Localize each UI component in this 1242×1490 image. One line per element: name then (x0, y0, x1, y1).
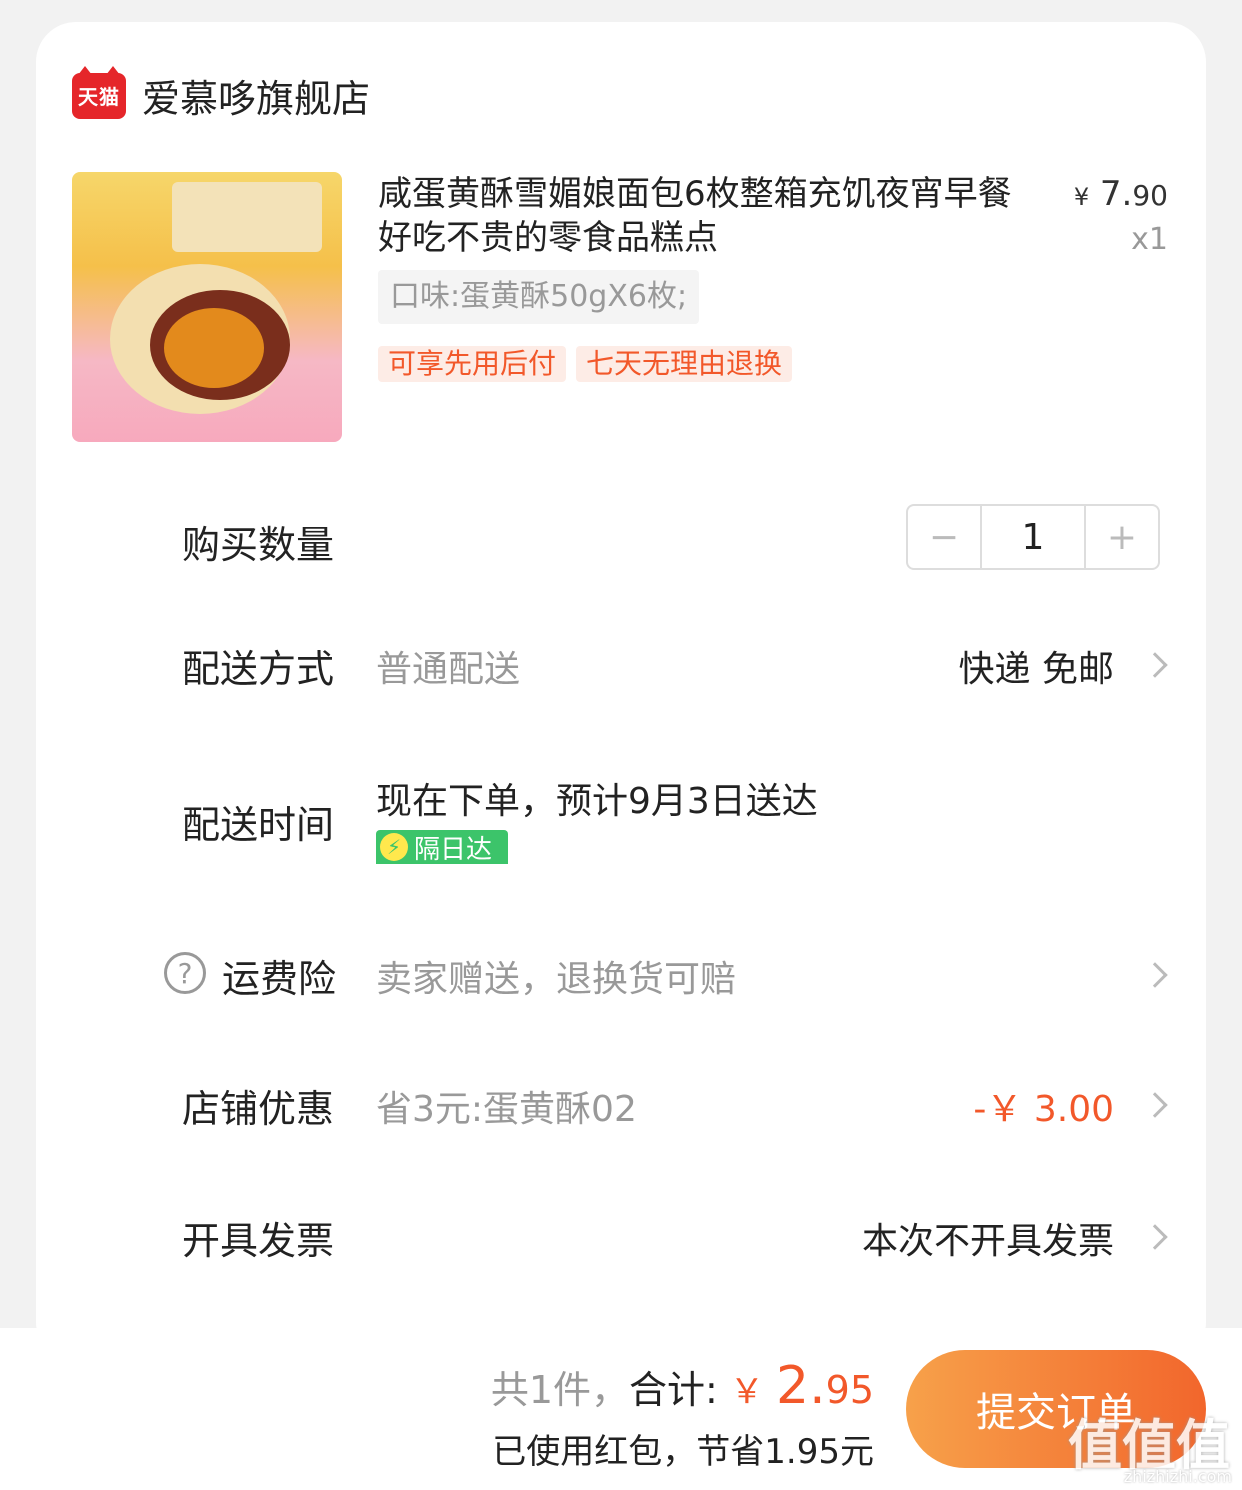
product-thumbnail[interactable] (72, 172, 342, 442)
shop-discount-value: -￥ 3.00 (973, 1089, 1114, 1130)
invoice-label: 开具发票 (182, 1219, 335, 1263)
tmall-logo-icon: 天猫 (72, 65, 126, 119)
product-spec[interactable]: 口味:蛋黄酥50gX6枚; (378, 270, 700, 324)
price-int: 7. (1099, 174, 1133, 214)
next-day-badge: ⚡ 隔日达 (376, 830, 508, 864)
shop-name: 爱慕哆旗舰店 (142, 77, 371, 121)
chevron-right-icon (1142, 962, 1168, 988)
chevron-right-icon (1142, 1224, 1168, 1250)
shop-discount-desc: 省3元:蛋黄酥02 (376, 1089, 637, 1130)
product-quantity: x1 (1131, 222, 1168, 257)
delivery-time-estimate: 现在下单，预计9月3日送达 (376, 781, 818, 822)
service-tags: 可享先用后付 七天无理由退换 (378, 346, 793, 382)
delivery-time-label: 配送时间 (182, 803, 335, 847)
watermark-url: zhizhizhi.com (1123, 1467, 1232, 1486)
checkout-footer: 共1件，合计: ￥ 2.95 已使用红包，节省1.95元 提交订单 值值值 zh… (0, 1328, 1242, 1490)
help-circle-icon[interactable]: ? (164, 952, 206, 994)
product-price: ¥ 7.90 (1074, 174, 1168, 214)
total-decimal: 95 (825, 1368, 874, 1412)
freight-insurance-row[interactable]: ? 运费险 卖家赠送，退换货可赔 (36, 944, 1206, 1004)
delivery-method-row[interactable]: 配送方式 普通配送 快递 免邮 (36, 634, 1206, 694)
freight-insurance-desc: 卖家赠送，退换货可赔 (376, 959, 737, 1000)
tag-seven-day-return: 七天无理由退换 (576, 346, 793, 382)
freight-insurance-label: 运费险 (222, 957, 337, 1001)
purchase-qty-label: 购买数量 (182, 523, 335, 567)
product-title[interactable]: 咸蛋黄酥雪媚娘面包6枚整箱充饥夜宵早餐好吃不贵的零食品糕点 (378, 172, 1018, 260)
pastry-yolk-graphic (164, 308, 264, 388)
chevron-right-icon (1142, 652, 1168, 678)
shop-discount-label: 店铺优惠 (182, 1087, 335, 1131)
invoice-value: 本次不开具发票 (861, 1221, 1114, 1262)
price-decimal: 90 (1132, 179, 1168, 212)
total-int: 2. (776, 1356, 826, 1416)
shop-header[interactable]: 天猫 爱慕哆旗舰店 (72, 65, 371, 123)
decrement-button[interactable]: − (908, 506, 980, 568)
delivery-method-type: 普通配送 (376, 649, 521, 690)
tag-pay-later: 可享先用后付 (378, 346, 567, 382)
quantity-value[interactable]: 1 (980, 506, 1086, 568)
total-label: 合计: (629, 1368, 718, 1412)
package-label-graphic (172, 182, 322, 252)
chevron-right-icon (1142, 1092, 1168, 1118)
price-symbol: ¥ (1073, 183, 1090, 211)
delivery-method-label: 配送方式 (182, 647, 335, 691)
shop-discount-row[interactable]: 店铺优惠 省3元:蛋黄酥02 -￥ 3.00 (36, 1074, 1206, 1134)
increment-button[interactable]: + (1086, 506, 1158, 568)
total-summary: 共1件，合计: ￥ 2.95 (491, 1356, 874, 1416)
saved-amount: 已使用红包，节省1.95元 (492, 1432, 874, 1472)
delivery-method-value: 快递 免邮 (958, 649, 1114, 690)
item-count: 共1件， (490, 1368, 630, 1412)
order-card: 天猫 爱慕哆旗舰店 咸蛋黄酥雪媚娘面包6枚整箱充饥夜宵早餐好吃不贵的零食品糕点 … (36, 22, 1206, 1362)
quantity-stepper[interactable]: − 1 + (906, 504, 1160, 570)
total-symbol: ￥ (729, 1372, 764, 1412)
next-day-badge-text: 隔日达 (414, 834, 493, 865)
lightning-icon: ⚡ (380, 833, 408, 861)
total-amount: ￥ 2.95 (729, 1356, 874, 1416)
invoice-row[interactable]: 开具发票 本次不开具发票 (36, 1206, 1206, 1266)
